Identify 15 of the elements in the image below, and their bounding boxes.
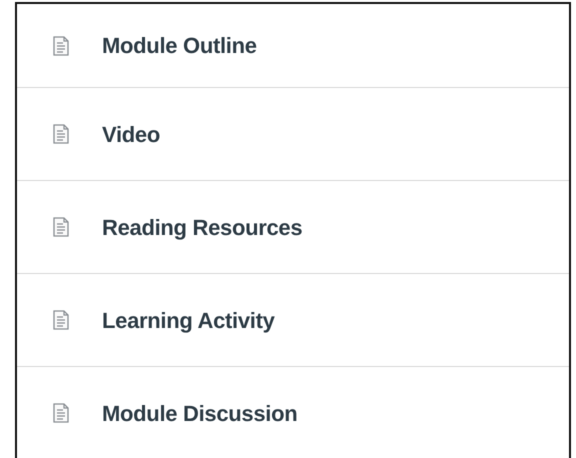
document-icon: [53, 217, 69, 237]
document-icon: [53, 403, 69, 423]
document-icon: [53, 36, 69, 56]
list-item[interactable]: Learning Activity: [17, 274, 569, 367]
item-label: Video: [102, 120, 160, 148]
item-label: Learning Activity: [102, 306, 275, 335]
item-label: Module Discussion: [102, 400, 298, 428]
item-label: Reading Resources: [102, 214, 302, 242]
document-icon: [53, 124, 69, 144]
item-label: Module Outline: [102, 32, 257, 60]
document-icon: [53, 310, 69, 330]
list-item[interactable]: Video: [17, 88, 569, 181]
list-item[interactable]: Module Outline: [17, 4, 569, 88]
list-item[interactable]: Reading Resources: [17, 181, 569, 274]
list-item[interactable]: Module Discussion: [17, 367, 569, 458]
